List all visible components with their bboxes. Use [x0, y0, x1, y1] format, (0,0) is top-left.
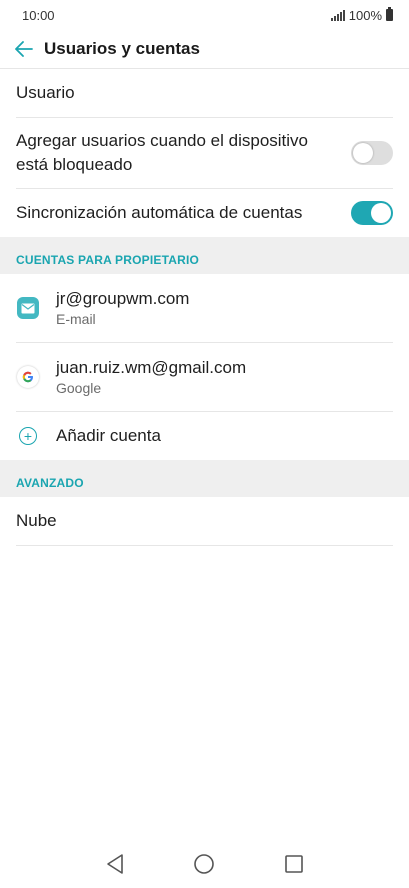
account-icon-wrapper: [16, 296, 40, 320]
plus-icon: +: [19, 427, 37, 445]
account-text: juan.ruiz.wm@gmail.com Google: [56, 357, 246, 397]
owner-accounts-header: CUENTAS PARA PROPIETARIO: [0, 237, 409, 274]
google-icon: [17, 366, 39, 388]
navigation-bar: [0, 840, 409, 888]
advanced-header: AVANZADO: [0, 460, 409, 497]
account-item-email[interactable]: jr@groupwm.com E-mail: [0, 274, 409, 342]
back-triangle-icon: [107, 854, 123, 874]
cloud-label: Nube: [16, 511, 57, 530]
status-bar: 10:00 100%: [0, 0, 409, 30]
add-users-locked-toggle[interactable]: [351, 141, 393, 165]
home-circle-icon: [194, 854, 215, 874]
add-account-row[interactable]: + Añadir cuenta: [0, 412, 409, 460]
user-row[interactable]: Usuario: [0, 69, 409, 117]
add-users-locked-label: Agregar usuarios cuando el dispositivo e…: [16, 131, 309, 174]
account-icon-wrapper: +: [16, 424, 40, 448]
add-users-locked-row[interactable]: Agregar usuarios cuando el dispositivo e…: [0, 118, 409, 188]
toggle-knob: [353, 143, 373, 163]
nav-back-button[interactable]: [103, 852, 127, 876]
email-icon: [17, 297, 39, 319]
account-text: jr@groupwm.com E-mail: [56, 288, 189, 328]
status-icons: 100%: [330, 7, 393, 23]
nav-home-button[interactable]: [192, 852, 216, 876]
auto-sync-row[interactable]: Sincronización automática de cuentas: [0, 189, 409, 237]
status-time: 10:00: [22, 7, 55, 23]
add-account-label: Añadir cuenta: [56, 426, 161, 445]
app-bar: Usuarios y cuentas: [0, 30, 409, 68]
toggle-knob: [371, 203, 391, 223]
auto-sync-toggle[interactable]: [351, 201, 393, 225]
account-address: juan.ruiz.wm@gmail.com: [56, 358, 247, 377]
user-label: Usuario: [16, 83, 75, 102]
back-arrow-icon[interactable]: [14, 39, 34, 59]
account-type: Google: [56, 380, 102, 396]
nav-recents-button[interactable]: [282, 852, 306, 876]
signal-icon: [330, 9, 345, 21]
account-type: E-mail: [56, 311, 96, 327]
divider: [16, 545, 393, 546]
account-icon-wrapper: [16, 365, 40, 389]
account-address: jr@groupwm.com: [56, 289, 190, 308]
cloud-row[interactable]: Nube: [0, 497, 409, 545]
battery-icon: [386, 7, 393, 21]
page-title: Usuarios y cuentas: [44, 39, 200, 58]
battery-percent: 100%: [348, 7, 382, 23]
auto-sync-label: Sincronización automática de cuentas: [16, 203, 303, 222]
recents-square-icon: [285, 855, 303, 873]
account-item-google[interactable]: juan.ruiz.wm@gmail.com Google: [0, 343, 409, 411]
